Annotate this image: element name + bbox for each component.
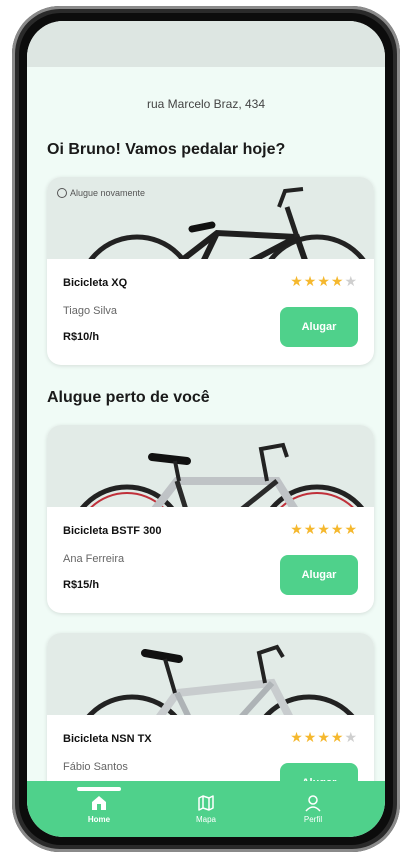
rent-button[interactable]: Alugar [280, 555, 358, 595]
bike-owner: Fábio Santos [63, 761, 128, 773]
rating-stars: ★★★★★ [290, 729, 358, 746]
greeting-title: Oi Bruno! Vamos pedalar hoje? [47, 141, 286, 158]
app-screen: rua Marcelo Braz, 434 Oi Bruno! Vamos pe… [27, 21, 385, 837]
bike-name: Bicicleta NSN TX [63, 733, 152, 745]
star-icon: ★ [290, 729, 304, 745]
star-icon: ★ [317, 729, 331, 745]
user-icon [305, 795, 321, 812]
star-icon: ★ [303, 273, 318, 289]
rent-again-card[interactable]: Alugue novamente Bicicleta XQ Tiago Silv… [47, 177, 374, 365]
nav-item-profile[interactable]: Perfil [273, 781, 353, 837]
bike-image [47, 425, 374, 507]
bike-name: Bicicleta BSTF 300 [63, 525, 162, 537]
star-icon: ★ [330, 521, 345, 537]
bike-nsn-illustration [86, 644, 355, 715]
nav-item-map[interactable]: Mapa [166, 781, 246, 837]
bike-price: R$10/h [63, 331, 100, 343]
rating-stars: ★★★★★ [290, 521, 358, 538]
nearby-title: Alugue perto de você [47, 389, 210, 406]
clock-icon [57, 188, 67, 198]
star-icon: ★ [330, 729, 345, 745]
map-icon [198, 795, 214, 811]
nearby-bike-card[interactable]: Bicicleta BSTF 300 Ana Ferreira R$15/h ★… [47, 425, 374, 613]
star-icon: ★ [303, 521, 318, 537]
star-icon: ★ [290, 521, 304, 537]
star-icon: ★ [303, 729, 318, 745]
star-icon: ★ [317, 273, 331, 289]
star-icon: ★ [344, 729, 358, 745]
bike-price: R$15/h [63, 579, 100, 591]
bike-owner: Tiago Silva [63, 305, 118, 317]
status-bar [27, 21, 385, 67]
bike-bstf-illustration [79, 442, 365, 507]
rent-button[interactable]: Alugar [280, 307, 358, 347]
rent-again-label: Alugue novamente [70, 188, 146, 198]
bike-image: Alugue novamente [47, 177, 374, 259]
rating-stars: ★★★★★ [290, 273, 358, 290]
phone-frame: rua Marcelo Braz, 434 Oi Bruno! Vamos pe… [12, 6, 400, 852]
bike-name: Bicicleta XQ [63, 277, 128, 289]
nav-label: Mapa [195, 815, 216, 824]
nav-item-home[interactable]: Home [59, 781, 139, 837]
star-icon: ★ [290, 273, 304, 289]
address-label[interactable]: rua Marcelo Braz, 434 [27, 97, 385, 111]
rent-again-badge: Alugue novamente [57, 188, 145, 198]
phone-bezel: rua Marcelo Braz, 434 Oi Bruno! Vamos pe… [19, 13, 393, 845]
star-icon: ★ [344, 273, 358, 289]
star-icon: ★ [330, 273, 345, 289]
bottom-nav: Home Mapa Perfil [27, 781, 385, 837]
nav-label: Perfil [303, 815, 323, 824]
bike-owner: Ana Ferreira [63, 553, 125, 565]
star-icon: ★ [344, 521, 358, 537]
nav-label: Home [87, 815, 111, 824]
bike-image [47, 633, 374, 715]
star-icon: ★ [317, 521, 331, 537]
home-icon [92, 796, 106, 810]
